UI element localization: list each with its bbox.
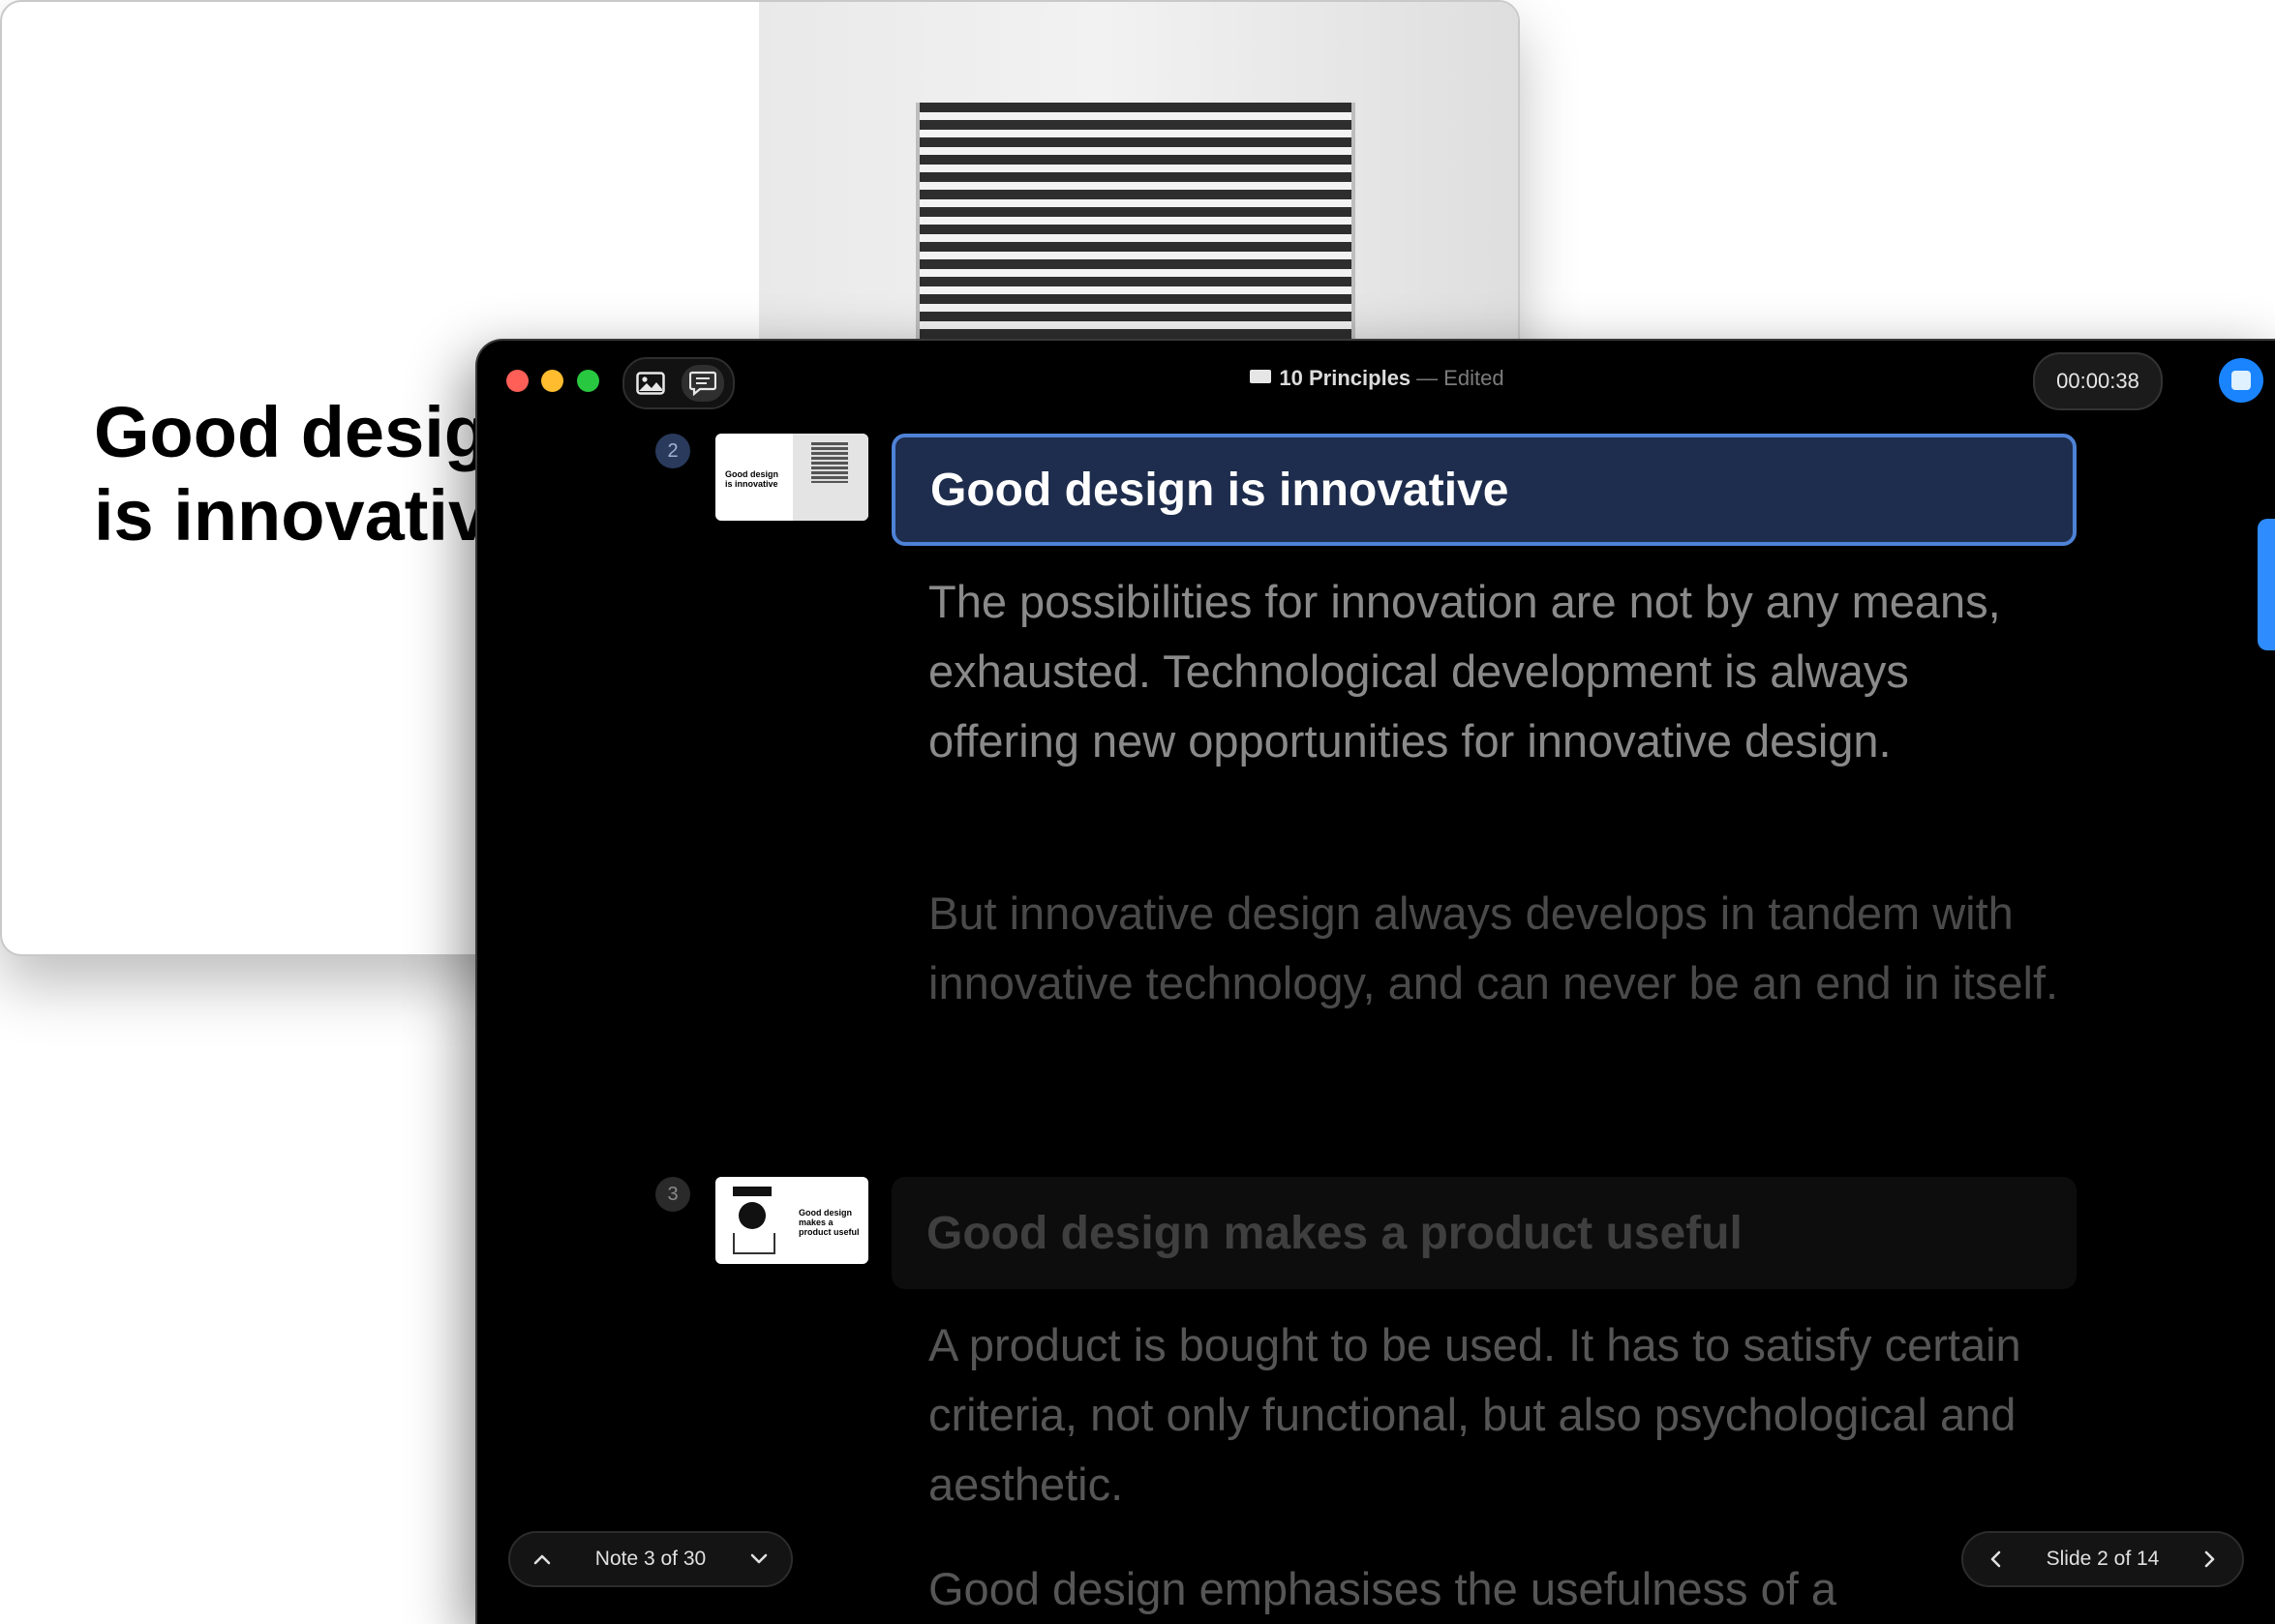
document-status: Edited	[1443, 366, 1504, 390]
note-title[interactable]: Good design makes a product useful	[892, 1177, 2077, 1289]
scrollbar-thumb[interactable]	[2258, 519, 2275, 650]
thumbnail-title: Good design makes a product useful	[799, 1208, 860, 1237]
note-number-badge: 3	[655, 1177, 690, 1212]
thumbnail-title: Good design is innovative	[725, 469, 778, 489]
stop-icon	[2231, 371, 2251, 390]
chevron-right-icon	[2204, 1550, 2215, 1568]
elapsed-timer[interactable]: 00:00:38	[2033, 352, 2163, 410]
document-icon	[1250, 370, 1272, 383]
thumbnail-vent	[811, 442, 848, 483]
thumbnail-device-dial	[739, 1202, 766, 1229]
next-note-button[interactable]	[748, 1549, 770, 1570]
thumbnail-device-base	[733, 1233, 775, 1254]
previous-slide-button[interactable]	[1985, 1549, 2006, 1570]
chevron-left-icon	[1990, 1550, 2001, 1568]
chevron-up-icon	[533, 1554, 551, 1565]
note-title-active[interactable]: Good design is innovative	[892, 434, 2077, 546]
stop-recording-button[interactable]	[2219, 358, 2263, 403]
note-paragraph: The possibilities for innovation are not…	[928, 576, 2001, 767]
slide-product-image	[916, 103, 1355, 345]
slide-counter: Slide 2 of 14	[2046, 1548, 2160, 1570]
presenter-notes-window: 10 Principles — Edited 00:00:38 2 Good des…	[475, 339, 2275, 1624]
slide-thumbnail[interactable]: Good design is innovative	[715, 434, 868, 521]
previous-note-button[interactable]	[531, 1549, 553, 1570]
note-navigator: Note 3 of 30	[508, 1531, 793, 1587]
document-name: 10 Principles	[1279, 366, 1411, 390]
note-paragraph: Good design emphasises the usefulness of…	[928, 1563, 1836, 1614]
window-title: 10 Principles — Edited	[477, 366, 2275, 391]
next-slide-button[interactable]	[2199, 1549, 2221, 1570]
note-paragraph: But innovative design always develops in…	[928, 887, 2059, 1008]
thumbnail-device-top	[733, 1187, 772, 1196]
slide-thumbnail[interactable]: Good design makes a product useful	[715, 1177, 868, 1264]
note-counter: Note 3 of 30	[594, 1548, 707, 1570]
note-paragraph: A product is bought to be used. It has t…	[928, 1319, 2021, 1510]
note-number-badge: 2	[655, 434, 690, 468]
title-separator: —	[1416, 366, 1439, 390]
chevron-down-icon	[750, 1553, 768, 1564]
slide-navigator: Slide 2 of 14	[1961, 1531, 2244, 1587]
